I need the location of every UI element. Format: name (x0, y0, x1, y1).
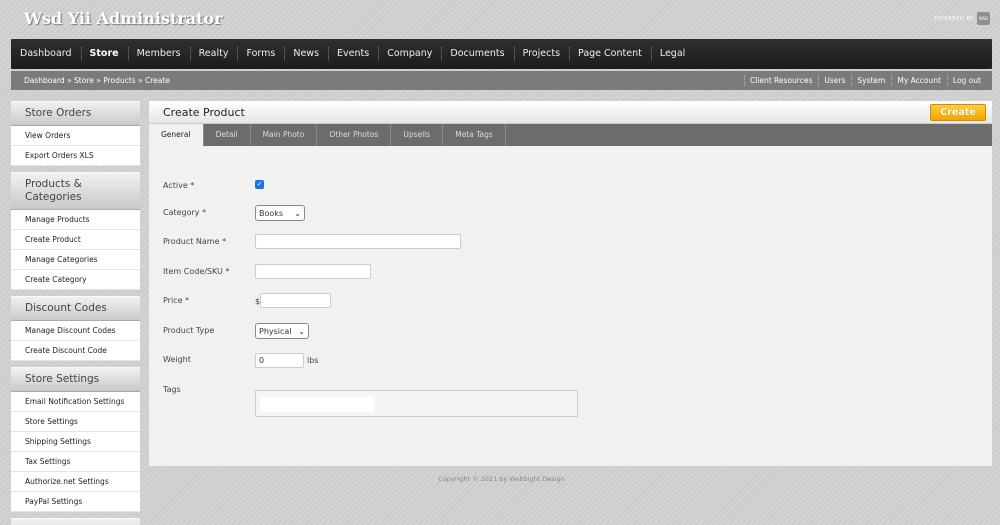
sidebar-item-tax-settings[interactable]: Tax Settings (11, 452, 140, 472)
nav-item-company[interactable]: Company (378, 39, 441, 69)
create-button[interactable]: Create (930, 104, 986, 121)
chevron-down-icon: ⌄ (298, 326, 305, 336)
powered-by: POWERED BY WSD (935, 12, 990, 25)
top-header: Wsd Yii Administrator POWERED BY WSD (0, 0, 1000, 38)
weight-label: Weight (163, 355, 191, 364)
checkmark-icon: ✓ (255, 180, 264, 189)
nav-item-realty[interactable]: Realty (189, 39, 238, 69)
link-client-resources[interactable]: Client Resources (743, 75, 818, 86)
category-label: Category * (163, 208, 207, 217)
breadcrumb-bar: Dashboard » Store » Products » Create Cl… (11, 71, 992, 90)
active-label: Active * (163, 181, 195, 190)
tab-general[interactable]: General (149, 124, 204, 146)
breadcrumb: Dashboard » Store » Products » Create (24, 76, 170, 85)
sidebar-item-manage-categories[interactable]: Manage Categories (11, 250, 140, 270)
page-title: Create Product (163, 106, 245, 119)
nav-item-store[interactable]: Store (80, 39, 128, 69)
powered-by-text: POWERED BY (934, 15, 974, 22)
footer-copyright: Copyright © 2021 by WebSight Design (438, 475, 565, 483)
link-log-out[interactable]: Log out (946, 75, 987, 86)
sidebar-item-email-notification-settings[interactable]: Email Notification Settings (11, 392, 140, 412)
sidebar-item-view-orders[interactable]: View Orders (11, 126, 140, 146)
nav-item-projects[interactable]: Projects (513, 39, 569, 69)
tab-detail[interactable]: Detail (204, 124, 251, 146)
sidebar-item-paypal-settings[interactable]: PayPal Settings (11, 492, 140, 512)
tags-label: Tags (163, 385, 181, 394)
sidebar-item-store-settings[interactable]: Store Settings (11, 412, 140, 432)
nav-item-news[interactable]: News (284, 39, 328, 69)
sidebar-item-manage-products[interactable]: Manage Products (11, 210, 140, 230)
sidebar-item-authorize-net-settings[interactable]: Authorize.net Settings (11, 472, 140, 492)
sidebar-item-export-orders-xls[interactable]: Export Orders XLS (11, 146, 140, 166)
sidebar-item-create-category[interactable]: Create Category (11, 270, 140, 290)
sku-label: Item Code/SKU * (163, 267, 230, 276)
product-type-select-value: Physical (259, 326, 292, 336)
tab-main-photo[interactable]: Main Photo (251, 124, 318, 146)
main-nav: Dashboard Store Members Realty Forms News Even… (11, 39, 992, 69)
link-system[interactable]: System (851, 75, 891, 86)
account-links: Client Resources Users System My Account Log… (743, 75, 992, 86)
content-panel: Create Product Create General Detail Main … (149, 101, 992, 466)
sidebar-item-manage-discount-codes[interactable]: Manage Discount Codes (11, 321, 140, 341)
nav-item-legal[interactable]: Legal (650, 39, 694, 69)
sidebar-section-products-categories: Products & Categories (11, 172, 140, 210)
weight-input[interactable]: 0 (255, 353, 304, 368)
product-name-input[interactable] (255, 234, 461, 249)
sidebar-item-create-discount-code[interactable]: Create Discount Code (11, 341, 140, 361)
tab-other-photos[interactable]: Other Photos (317, 124, 392, 146)
weight-unit: lbs (307, 356, 319, 365)
link-users[interactable]: Users (818, 75, 851, 86)
tab-meta-tags[interactable]: Meta Tags (443, 124, 506, 146)
chevron-down-icon: ⌄ (294, 208, 301, 218)
nav-item-members[interactable]: Members (127, 39, 190, 69)
sidebar-section-store-orders: Store Orders (11, 101, 140, 126)
price-input[interactable] (260, 293, 331, 308)
app-title: Wsd Yii Administrator (24, 9, 223, 28)
price-label: Price * (163, 296, 190, 305)
category-select-value: Books (259, 208, 284, 218)
panel-header: Create Product Create (149, 101, 992, 124)
nav-item-dashboard[interactable]: Dashboard (11, 39, 81, 69)
category-select[interactable]: Books ⌄ (255, 205, 305, 221)
tab-bar: General Detail Main Photo Other Photos Upsel… (149, 124, 992, 146)
nav-item-page-content[interactable]: Page Content (569, 39, 651, 69)
link-my-account[interactable]: My Account (891, 75, 947, 86)
nav-item-events[interactable]: Events (328, 39, 378, 69)
tags-input[interactable] (260, 397, 374, 412)
sidebar-item-shipping-settings[interactable]: Shipping Settings (11, 432, 140, 452)
product-type-label: Product Type (163, 326, 215, 335)
product-type-select[interactable]: Physical ⌄ (255, 323, 309, 339)
sidebar-section-discount-codes: Discount Codes (11, 296, 140, 321)
nav-item-forms[interactable]: Forms (237, 39, 284, 69)
sku-input[interactable] (255, 264, 371, 279)
sidebar-item-create-product[interactable]: Create Product (11, 230, 140, 250)
tags-field (255, 390, 578, 417)
active-checkbox[interactable]: ✓ (255, 180, 264, 189)
sidebar-section-donations: Donations (11, 518, 140, 525)
vendor-logo-icon: WSD (977, 12, 990, 25)
nav-item-documents[interactable]: Documents (441, 39, 513, 69)
product-name-label: Product Name * (163, 237, 227, 246)
sidebar: Store Orders View Orders Export Orders XLS… (11, 101, 140, 525)
tab-upsells[interactable]: Upsells (391, 124, 444, 146)
sidebar-section-store-settings: Store Settings (11, 367, 140, 392)
